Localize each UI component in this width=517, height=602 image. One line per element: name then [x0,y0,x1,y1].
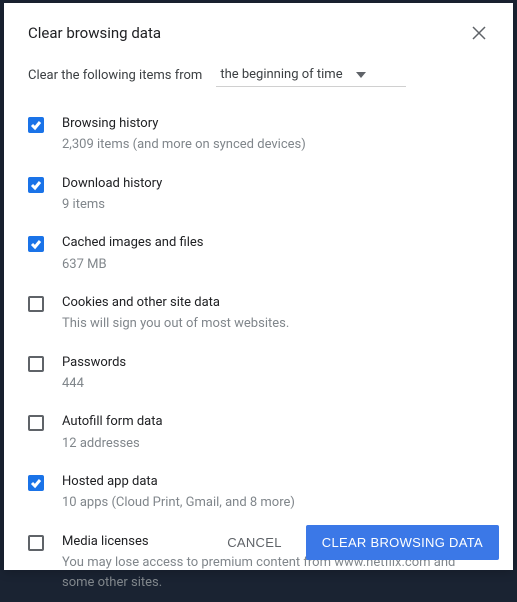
checkbox[interactable] [28,415,44,431]
checkbox[interactable] [28,356,44,372]
dialog-title: Clear browsing data [28,24,161,42]
item-label: Passwords [62,354,489,372]
item-text: Passwords 444 [62,354,489,394]
close-button[interactable] [469,23,489,43]
subheader: Clear the following items from the begin… [4,55,513,105]
checkbox[interactable] [28,117,44,133]
subheader-text: Clear the following items from [28,68,202,83]
item-text: Cached images and files 637 MB [62,234,489,274]
item-row: Browsing history 2,309 items (and more on… [28,105,489,165]
close-icon [472,26,486,40]
item-sub: 444 [62,374,489,394]
item-row: Cached images and files 637 MB [28,224,489,284]
item-sub: 9 items [62,195,489,215]
item-label: Hosted app data [62,473,489,491]
check-icon [30,179,42,191]
item-sub: This will sign you out of most websites. [62,314,489,334]
item-sub: 2,309 items (and more on synced devices) [62,135,489,155]
item-sub: 12 addresses [62,434,489,454]
check-icon [30,238,42,250]
item-text: Browsing history 2,309 items (and more on… [62,115,489,155]
checkbox[interactable] [28,296,44,312]
item-label: Cookies and other site data [62,294,489,312]
cancel-button[interactable]: CANCEL [211,525,298,560]
clear-data-button[interactable]: CLEAR BROWSING DATA [306,525,499,560]
item-text: Autofill form data 12 addresses [62,413,489,453]
dialog-footer: CANCEL CLEAR BROWSING DATA [4,515,513,570]
item-row: Download history 9 items [28,165,489,225]
checkbox[interactable] [28,236,44,252]
dropdown-value: the beginning of time [220,67,342,82]
item-label: Cached images and files [62,234,489,252]
check-icon [30,477,42,489]
item-text: Cookies and other site data This will sig… [62,294,489,334]
item-row: Cookies and other site data This will sig… [28,284,489,344]
checkbox[interactable] [28,177,44,193]
check-icon [30,119,42,131]
item-label: Autofill form data [62,413,489,431]
item-label: Download history [62,175,489,193]
item-label: Browsing history [62,115,489,133]
item-row: Hosted app data 10 apps (Cloud Print, Gma… [28,463,489,523]
item-row: Autofill form data 12 addresses [28,403,489,463]
checkbox[interactable] [28,475,44,491]
time-range-dropdown[interactable]: the beginning of time [216,63,406,87]
item-sub: 637 MB [62,255,489,275]
item-row: Passwords 444 [28,344,489,404]
clear-browsing-data-dialog: Clear browsing data Clear the following … [4,3,513,570]
chevron-down-icon [356,72,366,78]
item-text: Hosted app data 10 apps (Cloud Print, Gma… [62,473,489,513]
dialog-header: Clear browsing data [4,3,513,55]
item-sub: 10 apps (Cloud Print, Gmail, and 8 more) [62,493,489,513]
item-text: Download history 9 items [62,175,489,215]
